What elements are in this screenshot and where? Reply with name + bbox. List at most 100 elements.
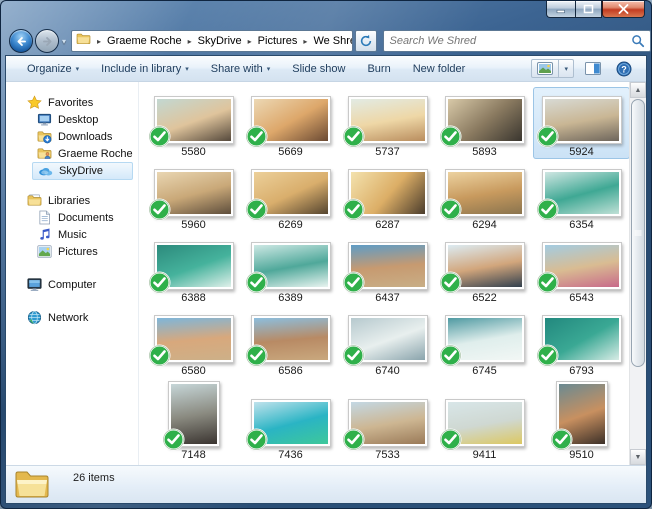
file-item-6586[interactable]: 6586: [242, 305, 339, 378]
preview-pane-icon: [585, 62, 601, 75]
toolbar-item-organize[interactable]: Organize▾: [16, 59, 90, 79]
synced-check-icon: [245, 271, 268, 294]
toolbar-item-burn[interactable]: Burn: [356, 59, 401, 79]
file-item-7436[interactable]: 7436: [242, 378, 339, 462]
help-button[interactable]: ?: [612, 59, 636, 79]
breadcrumb-item[interactable]: Graeme Roche: [105, 34, 184, 48]
synced-check-icon: [439, 428, 462, 451]
breadcrumb-item[interactable]: SkyDrive: [196, 34, 244, 48]
preview-pane-button[interactable]: [581, 60, 605, 77]
photo-thumbnail: [348, 315, 428, 363]
file-item-6522[interactable]: 6522: [436, 232, 533, 305]
sidebar-item-pictures[interactable]: Pictures: [6, 243, 138, 260]
file-item-5960[interactable]: 5960: [145, 159, 242, 232]
photo-thumbnail: [542, 169, 622, 217]
synced-check-icon: [342, 344, 365, 367]
recent-pages-chevron[interactable]: ▾: [62, 37, 66, 46]
file-item-5893[interactable]: 5893: [436, 87, 533, 159]
breadcrumb-item[interactable]: Pictures: [256, 34, 300, 48]
thumbnail-grid: 5580 56695737 5893 5924 59606269 6287 62946354…: [145, 82, 629, 465]
synced-check-icon: [536, 344, 559, 367]
folder-icon: [14, 468, 50, 504]
file-item-5924[interactable]: 5924: [533, 87, 630, 159]
file-item-6437[interactable]: 6437: [339, 232, 436, 305]
toolbar-item-new-folder[interactable]: New folder: [402, 59, 477, 79]
file-item-9411[interactable]: 9411: [436, 378, 533, 462]
toolbar-item-slide-show[interactable]: Slide show: [281, 59, 356, 79]
scrollbar-thumb[interactable]: [631, 99, 645, 367]
scroll-up-button[interactable]: ▲: [630, 82, 646, 98]
user-folder-icon: [37, 146, 52, 161]
sidebar-section-network[interactable]: Network: [6, 309, 138, 326]
file-name-label: 6793: [569, 365, 593, 377]
toolbar-item-share-with[interactable]: Share with▾: [200, 59, 282, 79]
search-icon[interactable]: [631, 34, 645, 48]
file-item-6354[interactable]: 6354: [533, 159, 630, 232]
synced-check-badge: [148, 344, 171, 367]
address-bar[interactable]: ▸Graeme Roche▸SkyDrive▸Pictures▸We Shred…: [71, 30, 353, 52]
sidebar-item-downloads[interactable]: Downloads: [6, 128, 138, 145]
file-item-6388[interactable]: 6388: [145, 232, 242, 305]
svg-text:?: ?: [621, 64, 627, 74]
synced-check-badge: [245, 125, 268, 148]
sidebar-item-documents[interactable]: Documents: [6, 209, 138, 226]
refresh-icon: [359, 34, 373, 48]
network-icon: [27, 310, 42, 325]
sidebar-item-label: Documents: [58, 212, 114, 224]
change-view-dropdown[interactable]: ▾: [558, 60, 573, 77]
scroll-down-button[interactable]: ▼: [630, 449, 646, 465]
maximize-button[interactable]: [575, 1, 602, 18]
toolbar-item-include-in-library[interactable]: Include in library▾: [90, 59, 200, 79]
toolbar-item-label: Share with: [211, 63, 263, 75]
change-view-button[interactable]: [532, 60, 558, 77]
file-item-6793[interactable]: 6793: [533, 305, 630, 378]
photo-thumbnail: [445, 242, 525, 290]
synced-check-badge: [342, 198, 365, 221]
sidebar-item-graeme-roche[interactable]: Graeme Roche: [6, 145, 138, 162]
photo-thumbnail: [348, 399, 428, 447]
file-item-6543[interactable]: 6543: [533, 232, 630, 305]
file-item-9510[interactable]: 9510: [533, 378, 630, 462]
synced-check-icon: [550, 428, 573, 451]
back-arrow-icon: [14, 34, 29, 49]
close-button[interactable]: [602, 1, 645, 18]
minimize-button[interactable]: [546, 1, 575, 18]
sidebar-item-skydrive[interactable]: SkyDrive: [32, 162, 133, 180]
file-item-7148[interactable]: 7148: [145, 378, 242, 462]
file-item-6389[interactable]: 6389: [242, 232, 339, 305]
file-name-label: 6389: [278, 292, 302, 304]
back-button[interactable]: [9, 29, 33, 53]
photo-thumbnail: [251, 96, 331, 144]
file-item-5580[interactable]: 5580: [145, 87, 242, 159]
music-note-icon: [37, 227, 52, 242]
file-item-6269[interactable]: 6269: [242, 159, 339, 232]
refresh-button[interactable]: [355, 30, 378, 52]
file-item-7533[interactable]: 7533: [339, 378, 436, 462]
file-name-label: 6287: [375, 219, 399, 231]
sidebar-item-desktop[interactable]: Desktop: [6, 111, 138, 128]
file-item-6580[interactable]: 6580: [145, 305, 242, 378]
sidebar-section-computer[interactable]: Computer: [6, 276, 138, 293]
title-bar[interactable]: [1, 1, 651, 27]
photo-thumbnail: [168, 381, 220, 447]
sidebar-section-favorites[interactable]: Favorites: [6, 94, 138, 111]
sidebar-section-libraries[interactable]: Libraries: [6, 192, 138, 209]
forward-button[interactable]: [35, 29, 59, 53]
file-item-6294[interactable]: 6294: [436, 159, 533, 232]
file-item-6745[interactable]: 6745: [436, 305, 533, 378]
photo-thumbnail: [154, 96, 234, 144]
sidebar-item-music[interactable]: Music: [6, 226, 138, 243]
synced-check-badge: [148, 125, 171, 148]
vertical-scrollbar[interactable]: ▲ ▼: [629, 82, 646, 465]
file-name-label: 5580: [181, 146, 205, 158]
scroll-up-icon: ▲: [635, 87, 642, 94]
search-box[interactable]: [383, 30, 651, 52]
file-item-6740[interactable]: 6740: [339, 305, 436, 378]
file-name-label: 5893: [472, 146, 496, 158]
file-item-5669[interactable]: 5669: [242, 87, 339, 159]
search-input[interactable]: [389, 35, 631, 47]
breadcrumb-item[interactable]: We Shred: [311, 34, 352, 48]
synced-check-icon: [245, 198, 268, 221]
file-item-5737[interactable]: 5737: [339, 87, 436, 159]
file-item-6287[interactable]: 6287: [339, 159, 436, 232]
